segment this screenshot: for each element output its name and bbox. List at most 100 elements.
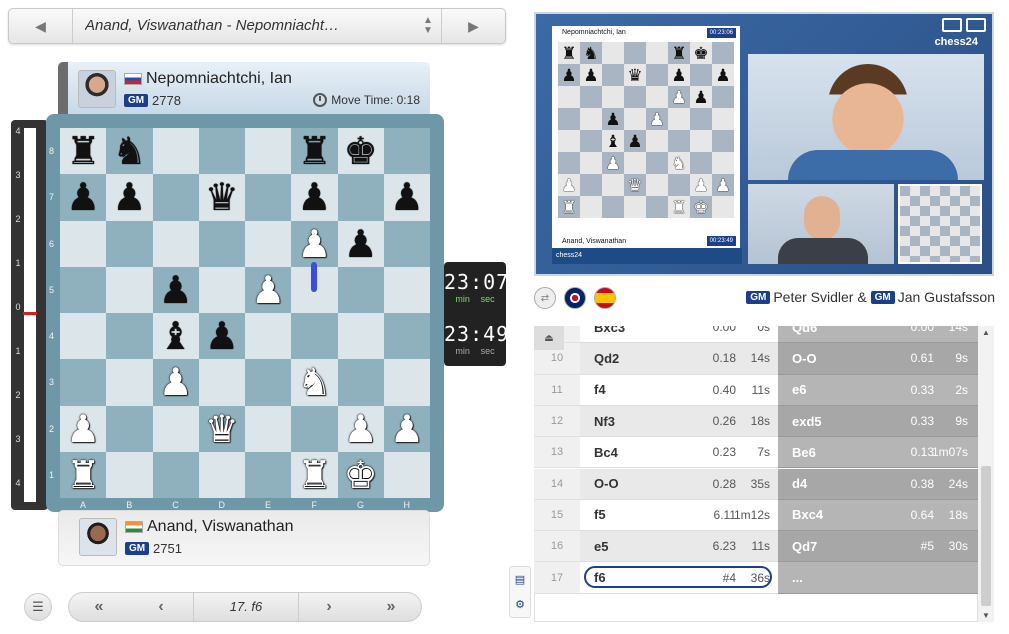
white-move[interactable]: Nf3 0.26 18s	[580, 405, 778, 438]
square-g7[interactable]	[337, 174, 384, 221]
white-pawn-icon[interactable]: ♟	[338, 406, 384, 452]
black-move[interactable]: Bxc4 0.64 18s	[778, 499, 978, 532]
game-select-dropdown[interactable]: ▲ ▼	[417, 15, 439, 37]
white-pawn-icon[interactable]: ♟	[384, 406, 430, 452]
square-b5[interactable]	[106, 266, 153, 313]
square-b3[interactable]	[106, 359, 153, 406]
black-move[interactable]: Qd7 #5 30s	[778, 531, 978, 563]
black-pawn-icon[interactable]: ♟	[199, 313, 245, 359]
square-d1[interactable]	[198, 451, 245, 498]
game-title[interactable]: Anand, Viswanathan - Nepomniacht…	[85, 9, 425, 43]
scroll-up-icon[interactable]: ▲	[978, 328, 994, 337]
fullscreen-icon[interactable]	[966, 18, 986, 32]
square-g5[interactable]	[337, 266, 384, 313]
move-list-scrollbar[interactable]: ▲ ▼	[978, 326, 994, 622]
square-b6[interactable]	[106, 220, 153, 267]
scroll-top-button[interactable]: ⏏	[534, 326, 564, 350]
white-move[interactable]: f4 0.40 11s	[580, 374, 778, 406]
black-rook-icon[interactable]: ♜	[291, 128, 337, 174]
white-pawn-icon[interactable]: ♟	[60, 406, 106, 452]
black-rook-icon[interactable]: ♜	[60, 128, 106, 174]
square-e6[interactable]	[245, 220, 292, 267]
white-rook-icon[interactable]: ♜	[291, 452, 337, 498]
square-b1[interactable]	[106, 451, 153, 498]
white-knight-icon[interactable]: ♞	[291, 359, 337, 405]
white-pawn-icon[interactable]: ♟	[153, 359, 199, 405]
square-a3[interactable]	[60, 359, 107, 406]
square-a6[interactable]	[60, 220, 107, 267]
square-e8[interactable]	[245, 128, 292, 175]
square-e1[interactable]	[245, 451, 292, 498]
translate-icon[interactable]: ⇄	[534, 287, 556, 309]
square-a5[interactable]	[60, 266, 107, 313]
square-e4[interactable]	[245, 313, 292, 360]
player-name[interactable]: Nepomniachtchi, Ian	[146, 70, 292, 88]
square-c6[interactable]	[152, 220, 199, 267]
square-b4[interactable]	[106, 313, 153, 360]
white-queen-icon[interactable]: ♛	[199, 406, 245, 452]
flag-uk-icon[interactable]	[564, 287, 586, 309]
engine-icon[interactable]: ⚙	[510, 592, 530, 617]
notation-icon[interactable]: ▤	[510, 567, 530, 592]
first-move-button[interactable]: «	[69, 593, 129, 621]
game-selector[interactable]: ◀ Anand, Viswanathan - Nepomniacht… ▲ ▼ ▶	[8, 8, 506, 44]
black-pawn-icon[interactable]: ♟	[338, 221, 384, 267]
white-move[interactable]: Qd2 0.18 14s	[580, 343, 778, 375]
black-move[interactable]: O-O 0.61 9s	[778, 343, 978, 375]
white-move[interactable]: O-O 0.28 35s	[580, 468, 778, 500]
black-move[interactable]: exd5 0.33 9s	[778, 405, 978, 438]
square-e2[interactable]	[245, 405, 292, 452]
popout-icon[interactable]	[942, 18, 962, 32]
scroll-down-icon[interactable]: ▼	[978, 611, 994, 620]
white-king-icon[interactable]: ♚	[338, 452, 384, 498]
square-g4[interactable]	[337, 313, 384, 360]
last-move-button[interactable]: »	[361, 593, 421, 621]
white-move[interactable]: Bxc3 0.00 0s	[580, 326, 778, 344]
black-pawn-icon[interactable]: ♟	[384, 174, 430, 220]
square-h4[interactable]	[383, 313, 430, 360]
square-h5[interactable]	[383, 266, 430, 313]
black-move[interactable]: e6 0.33 2s	[778, 374, 978, 406]
white-move[interactable]: f5 6.11 1m12s	[580, 499, 778, 532]
black-move[interactable]: ...	[778, 562, 978, 594]
white-pawn-icon[interactable]: ♟	[245, 267, 291, 313]
white-move[interactable]: e5 6.23 11s	[580, 531, 778, 563]
scroll-thumb[interactable]	[981, 466, 991, 606]
prev-move-button[interactable]: ‹	[131, 593, 191, 621]
square-d8[interactable]	[198, 128, 245, 175]
player-name[interactable]: Anand, Viswanathan	[147, 518, 293, 536]
square-c1[interactable]	[152, 451, 199, 498]
black-move[interactable]: Be6 0.13 1m07s	[778, 437, 978, 469]
white-move[interactable]: Bc4 0.23 7s	[580, 437, 778, 469]
black-queen-icon[interactable]: ♛	[199, 174, 245, 220]
square-c7[interactable]	[152, 174, 199, 221]
black-king-icon[interactable]: ♚	[338, 128, 384, 174]
black-knight-icon[interactable]: ♞	[106, 128, 152, 174]
white-pawn-icon[interactable]: ♟	[291, 221, 337, 267]
square-d5[interactable]	[198, 266, 245, 313]
black-bishop-icon[interactable]: ♝	[153, 313, 199, 359]
video-player[interactable]: chess24 Nepomniachtchi, Ian 00:23:06 ♜ ♞ ♜ ♚…	[534, 12, 994, 276]
black-pawn-icon[interactable]: ♟	[153, 267, 199, 313]
black-pawn-icon[interactable]: ♟	[291, 174, 337, 220]
square-h8[interactable]	[383, 128, 430, 175]
prev-game-button[interactable]: ◀	[9, 9, 73, 43]
white-rook-icon[interactable]: ♜	[60, 452, 106, 498]
next-move-button[interactable]: ›	[299, 593, 359, 621]
menu-button[interactable]: ☰	[24, 593, 52, 621]
black-move[interactable]: Qd6 0.00 14s	[778, 326, 978, 344]
square-e3[interactable]	[245, 359, 292, 406]
square-h6[interactable]	[383, 220, 430, 267]
square-f4[interactable]	[291, 313, 338, 360]
next-game-button[interactable]: ▶	[441, 9, 505, 43]
square-c8[interactable]	[152, 128, 199, 175]
square-a4[interactable]	[60, 313, 107, 360]
chess-board[interactable]: ♜ ♞ ♜ ♚ ♟ ♟ ♛ ♟ ♟ ♟ ♟ ♟ ♟ ♝ ♟ ♟ ♞ ♟ ♛ ♟ ♟ ♜ ♜ ♚	[60, 128, 430, 498]
black-pawn-icon[interactable]: ♟	[60, 174, 106, 220]
square-d3[interactable]	[198, 359, 245, 406]
square-e7[interactable]	[245, 174, 292, 221]
square-b2[interactable]	[106, 405, 153, 452]
square-d6[interactable]	[198, 220, 245, 267]
black-pawn-icon[interactable]: ♟	[106, 174, 152, 220]
flag-spain-icon[interactable]	[594, 287, 616, 309]
